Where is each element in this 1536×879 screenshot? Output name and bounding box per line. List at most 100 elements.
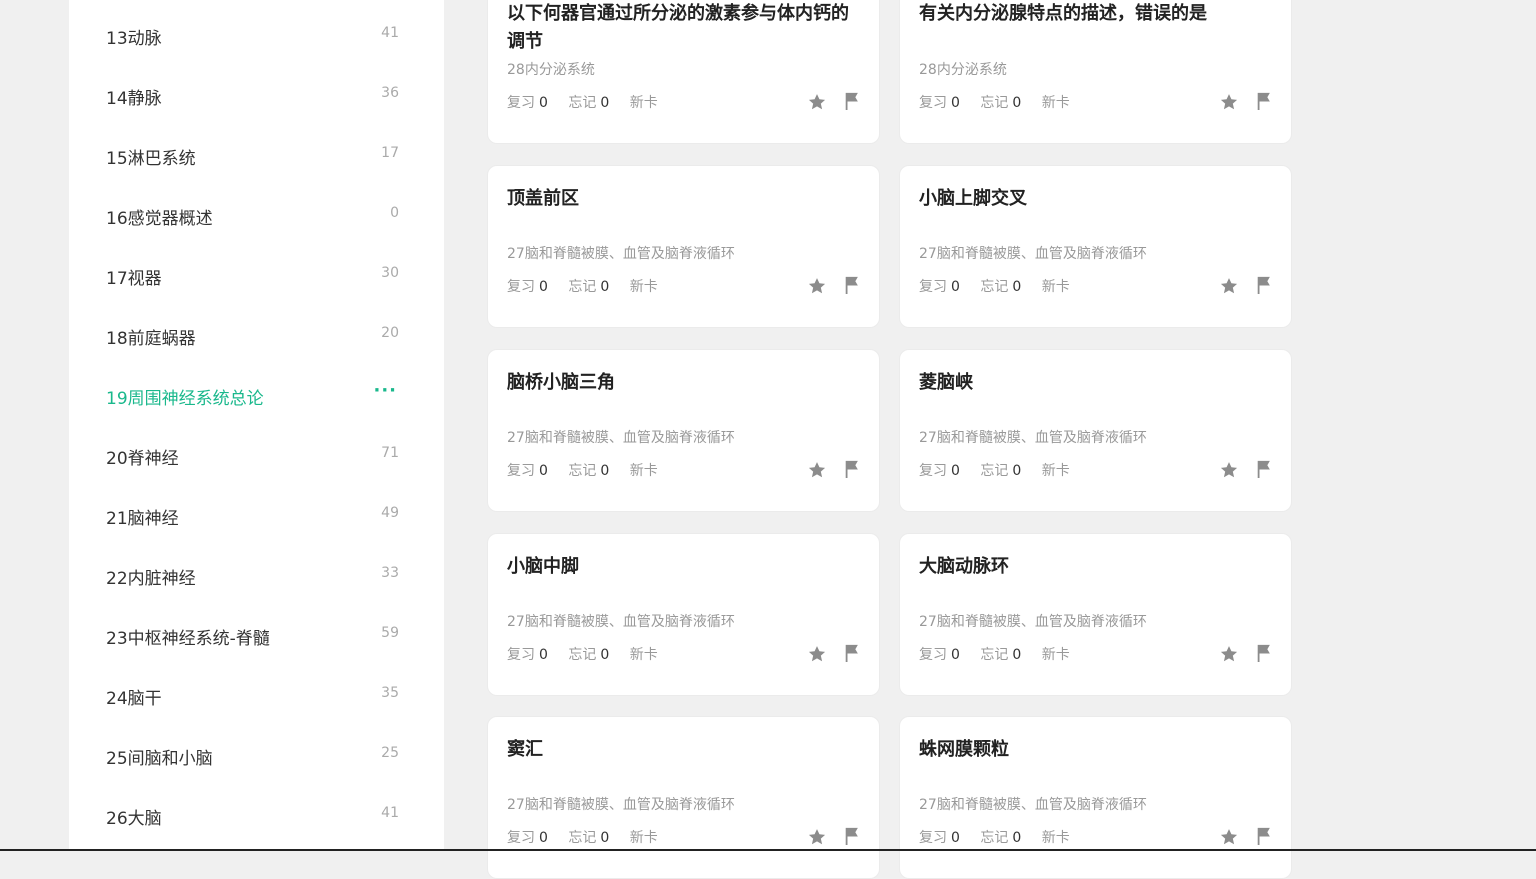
- card-deck-name: 27脑和脊髓被膜、血管及脑脊液循环: [919, 430, 1147, 446]
- chapter-sidebar: 13动脉 41 14静脉 36 15淋巴系统 17 16感觉器概述 0 17视器…: [69, 0, 444, 851]
- card-deck-name: 27脑和脊髓被膜、血管及脑脊液循环: [919, 797, 1147, 813]
- card-stats: 复习 0 忘记 0 新卡: [919, 92, 1070, 112]
- flashcard[interactable]: 小脑上脚交叉 27脑和脊髓被膜、血管及脑脊液循环 复习 0 忘记 0 新卡: [899, 165, 1292, 328]
- star-icon[interactable]: [1219, 92, 1239, 112]
- flashcard[interactable]: 蛛网膜颗粒 27脑和脊髓被膜、血管及脑脊液循环 复习 0 忘记 0 新卡: [899, 716, 1292, 879]
- forget-label: 忘记: [980, 95, 1009, 111]
- sidebar-item-label: 20脊神经: [106, 449, 179, 469]
- new-card-label: 新卡: [1041, 830, 1070, 846]
- flashcard[interactable]: 菱脑峡 27脑和脊髓被膜、血管及脑脊液循环 复习 0 忘记 0 新卡: [899, 349, 1292, 512]
- sidebar-item-label: 25间脑和小脑: [106, 749, 213, 769]
- review-label: 复习: [507, 830, 535, 846]
- new-card-label: 新卡: [629, 830, 658, 846]
- flag-icon[interactable]: [1255, 275, 1273, 295]
- flag-icon[interactable]: [843, 459, 861, 479]
- sidebar-item-label: 21脑神经: [106, 509, 179, 529]
- review-count: 0: [539, 647, 548, 663]
- sidebar-item[interactable]: 16感觉器概述 0: [106, 200, 399, 230]
- sidebar-item[interactable]: 26大脑 41: [106, 800, 399, 830]
- review-count: 0: [951, 463, 960, 479]
- flashcard[interactable]: 脑桥小脑三角 27脑和脊髓被膜、血管及脑脊液循环 复习 0 忘记 0 新卡: [487, 349, 880, 512]
- review-count: 0: [539, 830, 548, 846]
- sidebar-item[interactable]: 17视器 30: [106, 260, 399, 290]
- review-count: 0: [951, 95, 960, 111]
- forget-count: 0: [1012, 830, 1022, 846]
- card-title: 菱脑峡: [919, 372, 973, 393]
- sidebar-item[interactable]: 22内脏神经 33: [106, 560, 399, 590]
- forget-label: 忘记: [568, 463, 597, 479]
- sidebar-item[interactable]: 15淋巴系统 17: [106, 140, 399, 170]
- forget-count: 0: [600, 647, 610, 663]
- flag-icon[interactable]: [1255, 826, 1273, 846]
- sidebar-item[interactable]: 23中枢神经系统-脊髓 59: [106, 620, 399, 650]
- forget-count: 0: [600, 95, 610, 111]
- sidebar-item[interactable]: 14静脉 36: [106, 80, 399, 110]
- review-label: 复习: [919, 830, 947, 846]
- sidebar-item-count: 59: [381, 625, 399, 641]
- sidebar-item[interactable]: 18前庭蜗器 20: [106, 320, 399, 350]
- flag-icon[interactable]: [843, 826, 861, 846]
- star-icon[interactable]: [807, 92, 827, 112]
- sidebar-item[interactable]: 13动脉 41: [106, 20, 399, 50]
- flag-icon[interactable]: [843, 643, 861, 663]
- forget-label: 忘记: [980, 647, 1009, 663]
- new-card-label: 新卡: [629, 95, 658, 111]
- more-options-icon[interactable]: ···: [373, 380, 397, 401]
- forget-label: 忘记: [980, 830, 1009, 846]
- review-label: 复习: [919, 463, 947, 479]
- sidebar-item-active[interactable]: 19周围神经系统总论 ···: [106, 380, 399, 410]
- card-deck-name: 27脑和脊髓被膜、血管及脑脊液循环: [507, 430, 735, 446]
- review-count: 0: [539, 95, 548, 111]
- sidebar-item[interactable]: 21脑神经 49: [106, 500, 399, 530]
- card-title: 蛛网膜颗粒: [919, 739, 1009, 760]
- flashcard[interactable]: 窦汇 27脑和脊髓被膜、血管及脑脊液循环 复习 0 忘记 0 新卡: [487, 716, 880, 879]
- flashcard[interactable]: 以下何器官通过所分泌的激素参与体内钙的调节 28内分泌系统 复习 0 忘记 0 新卡: [487, 0, 880, 144]
- sidebar-item-label: 15淋巴系统: [106, 149, 196, 169]
- star-icon[interactable]: [807, 827, 827, 847]
- star-icon[interactable]: [807, 644, 827, 664]
- review-label: 复习: [507, 647, 535, 663]
- review-label: 复习: [919, 95, 947, 111]
- sidebar-item-count: 30: [381, 265, 399, 281]
- star-icon[interactable]: [1219, 827, 1239, 847]
- star-icon[interactable]: [807, 276, 827, 296]
- card-title: 以下何器官通过所分泌的激素参与体内钙的调节: [507, 3, 849, 52]
- sidebar-item-label: 13动脉: [106, 29, 162, 49]
- sidebar-item-label: 19周围神经系统总论: [106, 389, 264, 409]
- sidebar-item-label: 22内脏神经: [106, 569, 196, 589]
- sidebar-item-count: 71: [381, 445, 399, 461]
- star-icon[interactable]: [1219, 460, 1239, 480]
- sidebar-item-count: 41: [381, 25, 399, 41]
- forget-label: 忘记: [980, 279, 1009, 295]
- forget-label: 忘记: [568, 95, 597, 111]
- card-deck-name: 27脑和脊髓被膜、血管及脑脊液循环: [507, 797, 735, 813]
- star-icon[interactable]: [1219, 644, 1239, 664]
- flashcard[interactable]: 小脑中脚 27脑和脊髓被膜、血管及脑脊液循环 复习 0 忘记 0 新卡: [487, 533, 880, 696]
- flashcard[interactable]: 有关内分泌腺特点的描述，错误的是 28内分泌系统 复习 0 忘记 0 新卡: [899, 0, 1292, 144]
- forget-count: 0: [600, 830, 610, 846]
- star-icon[interactable]: [807, 460, 827, 480]
- card-title: 小脑上脚交叉: [919, 188, 1027, 209]
- flashcard[interactable]: 顶盖前区 27脑和脊髓被膜、血管及脑脊液循环 复习 0 忘记 0 新卡: [487, 165, 880, 328]
- star-icon[interactable]: [1219, 276, 1239, 296]
- flashcard[interactable]: 大脑动脉环 27脑和脊髓被膜、血管及脑脊液循环 复习 0 忘记 0 新卡: [899, 533, 1292, 696]
- forget-count: 0: [600, 279, 610, 295]
- sidebar-item-label: 24脑干: [106, 689, 162, 709]
- flag-icon[interactable]: [843, 275, 861, 295]
- forget-label: 忘记: [568, 647, 597, 663]
- card-deck-name: 28内分泌系统: [507, 62, 595, 78]
- flag-icon[interactable]: [1255, 91, 1273, 111]
- review-label: 复习: [919, 279, 947, 295]
- sidebar-item-count: 25: [381, 745, 399, 761]
- card-deck-name: 27脑和脊髓被膜、血管及脑脊液循环: [507, 614, 735, 630]
- sidebar-item[interactable]: 24脑干 35: [106, 680, 399, 710]
- card-title: 小脑中脚: [507, 556, 579, 577]
- flag-icon[interactable]: [843, 91, 861, 111]
- sidebar-item[interactable]: 25间脑和小脑 25: [106, 740, 399, 770]
- sidebar-item-label: 16感觉器概述: [106, 209, 213, 229]
- new-card-label: 新卡: [1041, 647, 1070, 663]
- flag-icon[interactable]: [1255, 643, 1273, 663]
- flag-icon[interactable]: [1255, 459, 1273, 479]
- sidebar-item[interactable]: 20脊神经 71: [106, 440, 399, 470]
- review-count: 0: [951, 830, 960, 846]
